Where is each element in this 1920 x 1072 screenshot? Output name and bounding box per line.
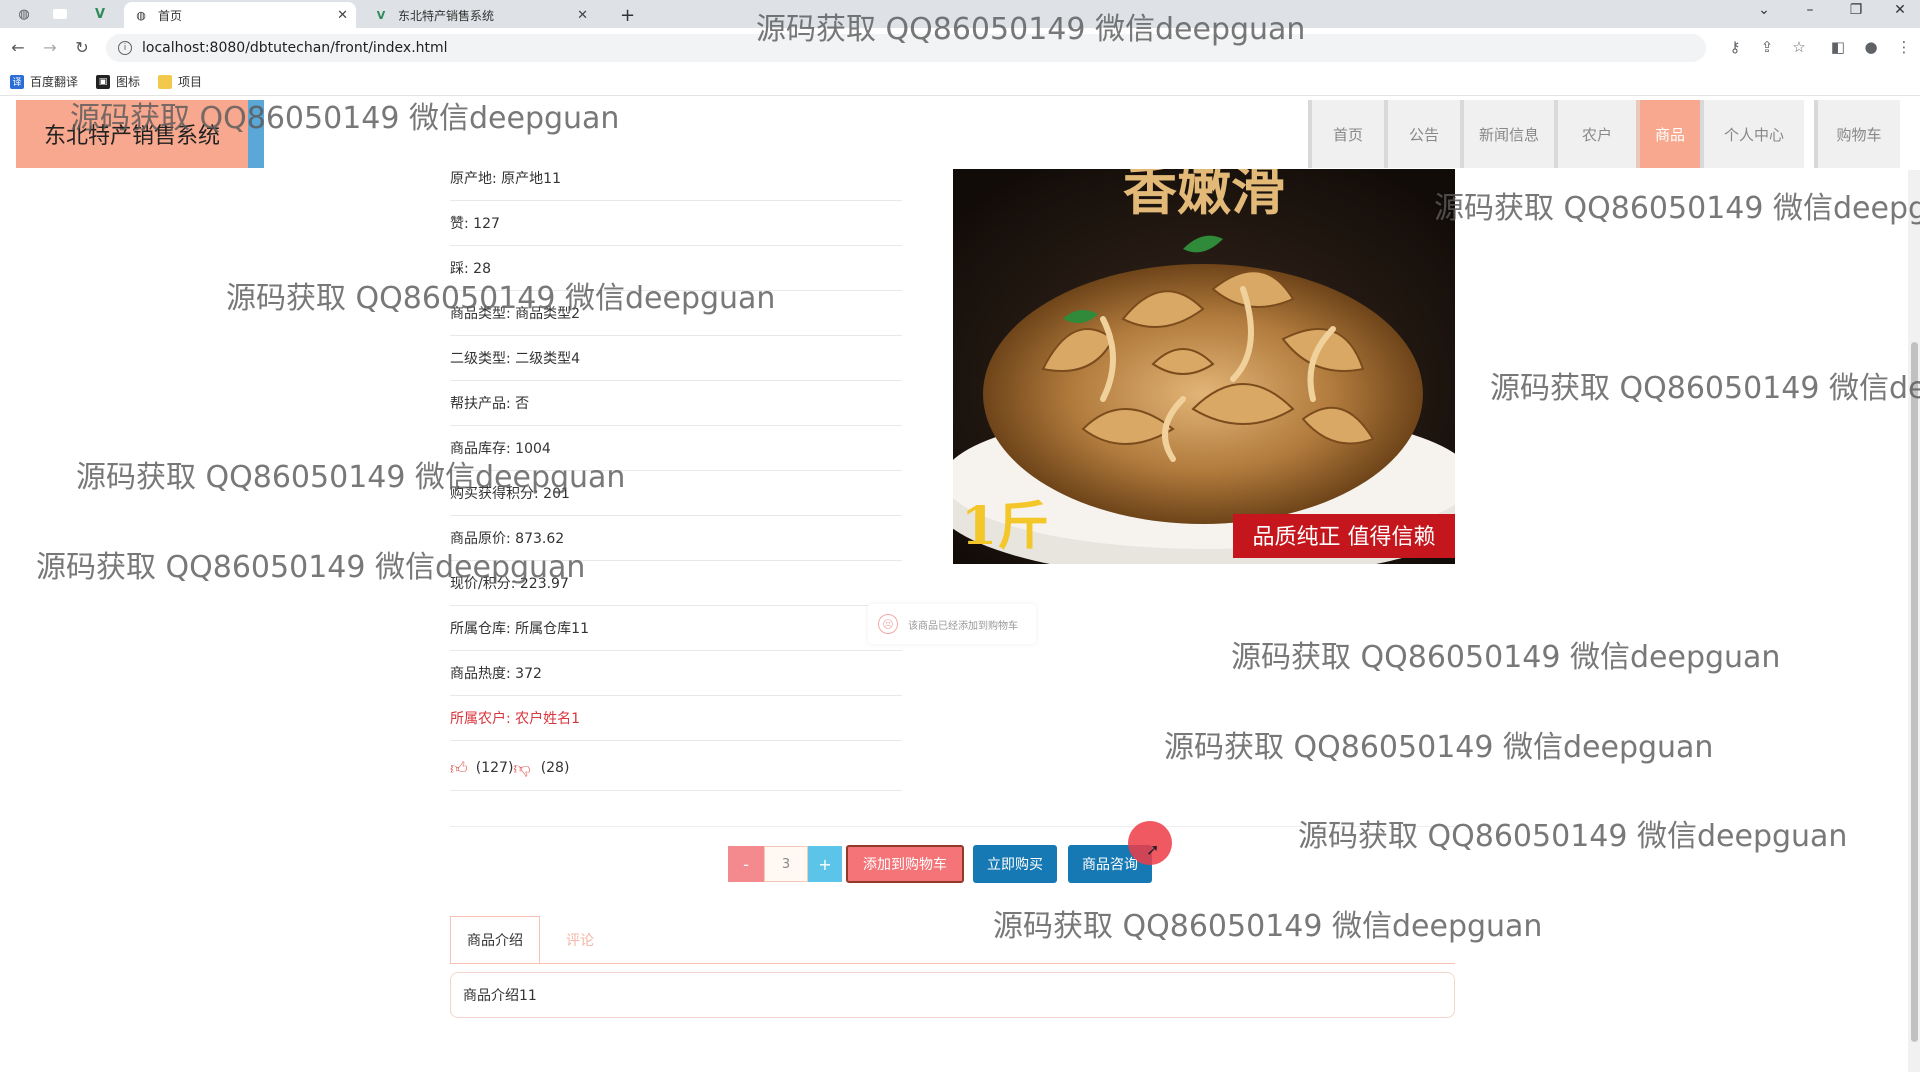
- attr-dislikes: 踩: 28: [450, 246, 902, 291]
- close-icon[interactable]: ✕: [337, 8, 348, 23]
- attr-aid-product: 帮扶产品: 否: [450, 381, 902, 426]
- nav-personal-center[interactable]: 个人中心: [1700, 100, 1804, 168]
- menu-dots-icon[interactable]: ⋮: [1893, 38, 1915, 56]
- nav-farmer[interactable]: 农户: [1554, 100, 1636, 168]
- side-panel-icon[interactable]: ◧: [1827, 38, 1849, 56]
- bookmark-project[interactable]: 项目: [158, 73, 202, 90]
- minimize-icon[interactable]: –: [1790, 2, 1830, 18]
- reload-icon[interactable]: ↻: [72, 38, 92, 57]
- attr-popularity: 商品热度: 372: [450, 651, 902, 696]
- attr-likes: 赞: 127: [450, 201, 902, 246]
- bookmark-label: 百度翻译: [30, 75, 79, 89]
- nav-notice[interactable]: 公告: [1384, 100, 1460, 168]
- toast-text: 该商品已经添加到购物车: [908, 620, 1018, 632]
- nav-news[interactable]: 新闻信息: [1460, 100, 1554, 168]
- globe-icon[interactable]: ◍: [14, 4, 34, 24]
- quantity-minus-button[interactable]: -: [728, 846, 764, 882]
- logo-accent-bar: [248, 100, 264, 168]
- scrollbar-thumb[interactable]: [1911, 342, 1918, 1042]
- translate-icon: 译: [10, 74, 24, 89]
- key-icon[interactable]: ⚷: [1724, 38, 1746, 56]
- close-window-icon[interactable]: ✕: [1880, 2, 1920, 18]
- tab-comments[interactable]: 评论: [550, 916, 610, 964]
- attr-subtype: 二级类型: 二级类型4: [450, 336, 902, 381]
- share-icon[interactable]: ⇪: [1756, 38, 1778, 56]
- folder-icon: [158, 74, 173, 89]
- vote-row: 👍︎ (127) 👎︎ (28): [450, 746, 902, 791]
- watermark: 源码获取 QQ86050149 微信deepguan: [1231, 640, 1781, 675]
- image-badge-text: 品质纯正 值得信赖: [1253, 525, 1436, 550]
- url-field[interactable]: i localhost:8080/dbtutechan/front/index.…: [106, 34, 1706, 62]
- watermark: 源码获取 QQ86050149 微信deepguan: [1164, 730, 1714, 765]
- attr-warehouse: 所属仓库: 所属仓库11: [450, 606, 902, 651]
- mouse-pointer-icon: ➚: [1146, 840, 1160, 859]
- watermark: 源码获取 QQ86050149 微信deepguan: [1434, 191, 1920, 226]
- forward-arrow-icon[interactable]: →: [40, 38, 60, 57]
- attr-farmer-link[interactable]: 所属农户: 农户姓名1: [450, 696, 902, 741]
- nav-home[interactable]: 首页: [1308, 100, 1384, 168]
- back-arrow-icon[interactable]: ←: [8, 38, 28, 57]
- watermark: 源码获取 QQ86050149 微信deepguan: [1490, 371, 1920, 406]
- nav-cart[interactable]: 购物车: [1814, 100, 1900, 168]
- bookmark-icons[interactable]: ▣ 图标: [96, 73, 140, 90]
- watermark: 源码获取 QQ86050149 微信deepguan: [993, 909, 1543, 944]
- address-bar-row: ← → ↻ i localhost:8080/dbtutechan/front/…: [0, 28, 1920, 68]
- nav-goods[interactable]: 商品: [1636, 100, 1700, 168]
- blank-tab-icon[interactable]: [50, 4, 70, 24]
- bookmark-label: 项目: [178, 75, 203, 89]
- thumbs-up-icon[interactable]: 👍︎: [450, 758, 468, 779]
- attr-origin: 原产地: 原产地11: [450, 156, 902, 201]
- profile-icon[interactable]: ●: [1860, 38, 1882, 56]
- info-icon[interactable]: i: [118, 41, 132, 55]
- vue-logo-icon[interactable]: V: [90, 4, 110, 24]
- buy-now-button[interactable]: 立即购买: [973, 845, 1057, 883]
- attr-stock: 商品库存: 1004: [450, 426, 902, 471]
- globe-icon: ◍: [136, 8, 146, 22]
- attr-points: 购买获得积分: 201: [450, 471, 902, 516]
- restore-icon[interactable]: ❐: [1836, 2, 1876, 18]
- section-divider: [450, 826, 1455, 827]
- url-text: localhost:8080/dbtutechan/front/index.ht…: [142, 40, 448, 56]
- browser-tab-bar: ◍ V ◍ 首页 ✕ V 东北特产销售系统 ✕ + ⌄ – ❐ ✕: [0, 0, 1920, 28]
- thumbs-down-icon[interactable]: 👎︎: [513, 758, 530, 779]
- sad-face-icon: ☹: [878, 614, 898, 634]
- product-description: 商品介绍11: [450, 972, 1455, 1018]
- like-count: (127): [475, 760, 514, 776]
- close-icon[interactable]: ✕: [577, 8, 588, 23]
- tab-title: 东北特产销售系统: [398, 8, 495, 23]
- attr-original-price: 商品原价: 873.62: [450, 516, 902, 561]
- browser-tab-home[interactable]: ◍ 首页 ✕: [124, 2, 356, 28]
- product-image: 香嫩滑 1斤 品质纯正 值得信赖: [953, 169, 1455, 564]
- tabs-underline: [450, 963, 1455, 964]
- attr-current-price: 现价/积分: 223.97: [450, 561, 902, 606]
- watermark: 源码获取 QQ86050149 微信deepguan: [1298, 819, 1848, 854]
- quantity-plus-button[interactable]: +: [808, 846, 842, 882]
- attr-type: 商品类型: 商品类型2: [450, 291, 902, 336]
- vue-logo-icon: V: [376, 8, 386, 22]
- tab-title: 首页: [158, 8, 183, 23]
- tab-search-icon[interactable]: ⌄: [1744, 2, 1784, 18]
- image-icon: ▣: [96, 74, 111, 89]
- bookmarks-bar: 译 百度翻译 ▣ 图标 项目: [0, 68, 1920, 96]
- quantity-input[interactable]: [764, 846, 808, 882]
- bookmark-baidu-translate[interactable]: 译 百度翻译: [10, 73, 78, 90]
- image-top-text: 香嫩滑: [1123, 169, 1285, 222]
- dislike-count: (28): [540, 760, 570, 776]
- added-to-cart-toast: ☹ 该商品已经添加到购物车: [868, 604, 1036, 644]
- tab-product-intro[interactable]: 商品介绍: [450, 916, 540, 964]
- new-tab-button[interactable]: +: [610, 2, 638, 28]
- star-icon[interactable]: ☆: [1788, 38, 1810, 56]
- bookmark-label: 图标: [116, 75, 141, 89]
- mushroom-photo: 香嫩滑 1斤 品质纯正 值得信赖: [953, 169, 1455, 564]
- browser-tab-system[interactable]: V 东北特产销售系统 ✕: [364, 2, 596, 28]
- add-to-cart-button[interactable]: 添加到购物车: [846, 845, 964, 883]
- image-weight-text: 1斤: [961, 496, 1049, 557]
- site-logo[interactable]: 东北特产销售系统: [16, 100, 248, 168]
